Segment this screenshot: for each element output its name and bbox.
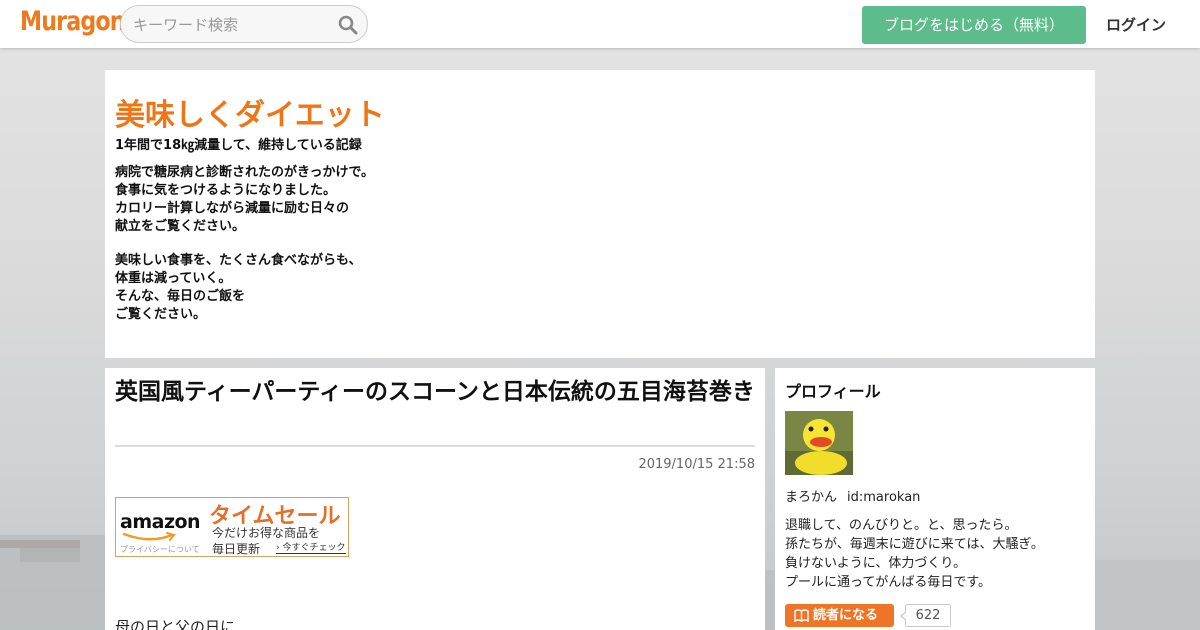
profile-sidebar: プロフィール まろかん id:marokan 退職して、のんびりと。と、思ったら。… [775, 368, 1095, 630]
description-line: 献立をご覧ください。 [115, 219, 246, 234]
muragon-logo[interactable]: Muragon [20, 6, 126, 37]
profile-bio-line: 負けないように、体力づくり。 [785, 556, 967, 571]
profile-bio-line: 退職して、のんびりと。と、思ったら。 [785, 518, 1018, 533]
book-icon [794, 609, 809, 622]
profile-heading: プロフィール [785, 382, 881, 401]
ad-cta-link[interactable]: › 今すぐチェック [276, 540, 346, 554]
blog-title[interactable]: 美味しくダイエット [115, 90, 385, 134]
description-line: カロリー計算しながら減量に励む日々の [115, 201, 350, 216]
profile-name-line: まろかん id:marokan [785, 486, 920, 505]
description-line: ご覧ください。 [115, 307, 207, 322]
ad-privacy-link[interactable]: プライバシーについて [120, 544, 200, 555]
profile-id: id:marokan [847, 490, 921, 505]
amazon-ad-banner[interactable]: amazon プライバシーについて タイムセール 今だけお得な商品を 毎日更新 … [115, 497, 349, 557]
description-line: 食事に気をつけるようになりました。 [115, 183, 337, 198]
amazon-smile-icon [122, 532, 176, 541]
blog-subtitle: 1年間で18㎏減量して、維持している記録 [115, 138, 362, 153]
follow-button-label: 読者になる [813, 608, 879, 623]
ad-line: 毎日更新 [212, 542, 261, 556]
profile-bio-line: プールに通ってがんばる毎日です。 [785, 575, 992, 590]
profile-bio-line: 孫たちが、毎週末に遊びに来ては、大騒ぎ。 [785, 537, 1044, 552]
follow-button[interactable]: 読者になる [785, 604, 894, 627]
article-body: 母の日と父の日に [115, 618, 236, 630]
rubber-duck-avatar-image [785, 411, 853, 475]
avatar[interactable] [785, 411, 853, 475]
description-line: 体重は減っていく。 [115, 271, 232, 286]
ad-cta-label: 今すぐチェック [282, 543, 346, 553]
start-blog-button[interactable]: ブログをはじめる（無料） [862, 6, 1086, 44]
chevron-right-icon: › [276, 543, 280, 553]
search-box [120, 5, 368, 43]
login-link[interactable]: ログイン [1106, 14, 1166, 35]
top-navigation-bar: Muragon ブログをはじめる（無料） ログイン [0, 0, 1200, 48]
article-column: 英国風ティーパーティーのスコーンと日本伝統の五目海苔巻き 2019/10/15 … [105, 368, 765, 630]
title-divider [115, 445, 755, 447]
amazon-logo: amazon [120, 511, 201, 533]
ad-line: 今だけお得な商品を [212, 526, 321, 540]
description-line: 病院で糖尿病と診断されたのがきっかけで。 [115, 165, 374, 180]
search-input[interactable] [131, 14, 335, 36]
article-title[interactable]: 英国風ティーパーティーのスコーンと日本伝統の五目海苔巻き [115, 376, 755, 408]
search-icon[interactable] [338, 15, 358, 35]
blog-header: 美味しくダイエット 1年間で18㎏減量して、維持している記録 病院で糖尿病と診断… [105, 70, 1095, 358]
description-line: 美味しい食事を、たくさん食べながらも、 [115, 253, 362, 268]
profile-name[interactable]: まろかん [785, 490, 837, 505]
article-date: 2019/10/15 21:58 [638, 457, 755, 472]
follower-count-badge: 622 [900, 604, 951, 627]
description-line: そんな、毎日のご飯を [115, 289, 246, 304]
